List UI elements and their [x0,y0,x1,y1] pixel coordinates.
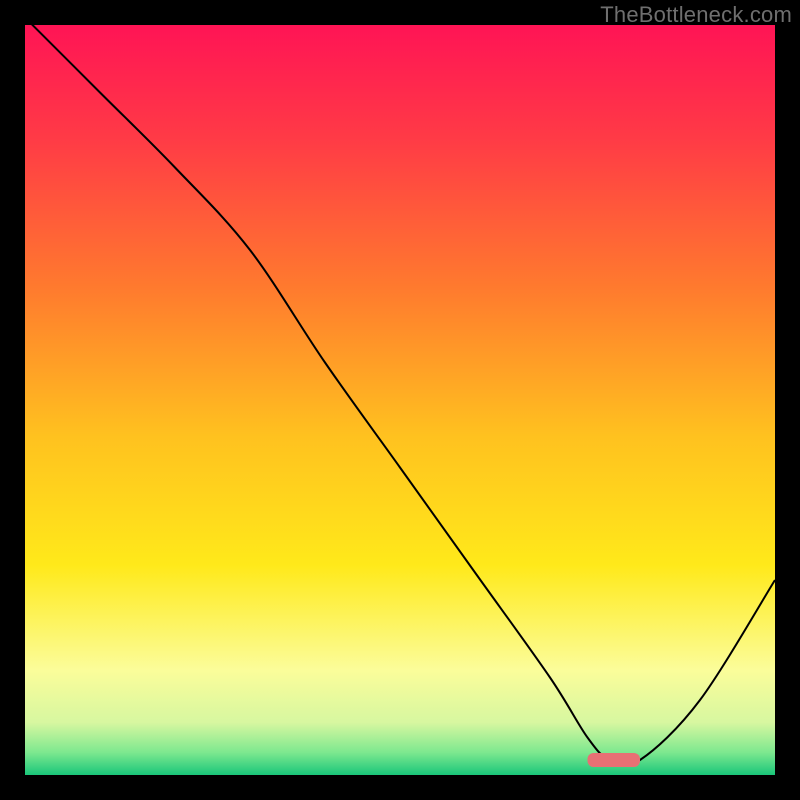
optimum-marker [588,753,641,767]
chart-svg [25,25,775,775]
chart-plot-area [25,25,775,775]
gradient-background [25,25,775,775]
chart-frame: TheBottleneck.com [0,0,800,800]
